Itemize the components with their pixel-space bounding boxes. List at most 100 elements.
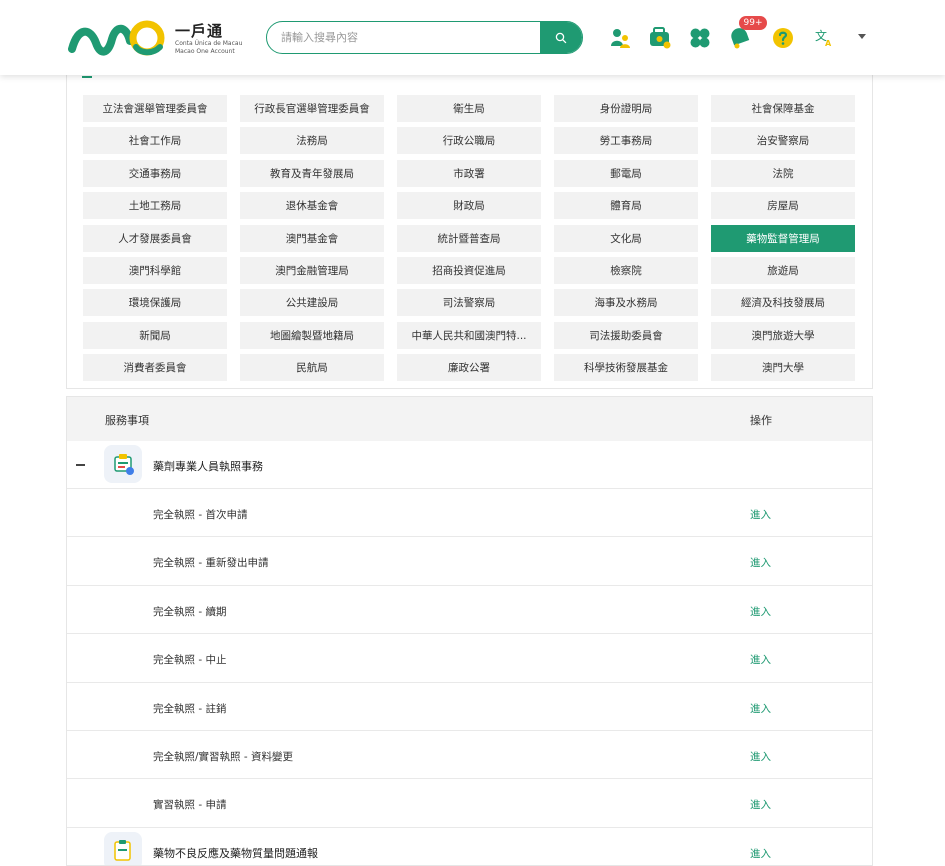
department-button[interactable]: 治安警察局: [711, 127, 855, 155]
department-button[interactable]: 體育局: [554, 192, 698, 220]
department-button[interactable]: 社會保障基金: [711, 95, 855, 122]
department-button[interactable]: 勞工事務局: [554, 127, 698, 155]
service-row: 完全執照 - 重新發出申請 進入: [67, 537, 872, 586]
department-button[interactable]: 身份證明局: [554, 95, 698, 122]
pharmacist-license-icon: [114, 454, 134, 475]
service-name: 實習執照 - 申請: [153, 799, 227, 812]
department-button[interactable]: 土地工務局: [83, 192, 227, 220]
enter-link[interactable]: 進入: [750, 507, 771, 522]
department-button[interactable]: 行政長官選舉管理委員會: [240, 95, 384, 122]
service-group-title: 藥物不良反應及藥物質量問題通報: [153, 846, 318, 860]
department-button[interactable]: 郵電局: [554, 159, 698, 187]
enter-link[interactable]: 進入: [750, 749, 771, 764]
search-button[interactable]: [540, 22, 582, 53]
service-row: 完全執照 - 續期 進入: [67, 586, 872, 635]
department-button[interactable]: 人才發展委員會: [83, 224, 227, 252]
column-header-action: 操作: [750, 414, 772, 427]
brand-text: 一戶通 Conta Única de Macau Macao One Accou…: [175, 22, 242, 56]
service-group-row-2[interactable]: 藥物不良反應及藥物質量問題通報 進入: [67, 828, 872, 865]
department-button[interactable]: 環境保護局: [83, 289, 227, 317]
department-button[interactable]: 財政局: [397, 192, 541, 220]
svg-text:A: A: [825, 39, 832, 48]
department-button[interactable]: 社會工作局: [83, 127, 227, 155]
department-button[interactable]: 澳門大學: [711, 354, 855, 382]
department-button[interactable]: 立法會選舉管理委員會: [83, 95, 227, 122]
department-button[interactable]: 司法警察局: [397, 289, 541, 317]
department-button[interactable]: 藥物監督管理局: [711, 224, 855, 252]
department-grid: 立法會選舉管理委員會 行政長官選舉管理委員會 衛生局 身份證明局 社會保障基金社會工作局…: [83, 95, 855, 382]
department-button[interactable]: 科學技術發展基金: [554, 354, 698, 382]
table-header: 服務事項 操作: [67, 397, 872, 441]
help-icon[interactable]: [771, 26, 795, 50]
brand-subtitle-en: Macao One Account: [175, 48, 235, 55]
service-row: 實習執照 - 申請 進入: [67, 779, 872, 828]
search-icon: [555, 32, 567, 43]
department-button[interactable]: 澳門科學館: [83, 256, 227, 284]
collapse-icon[interactable]: [76, 464, 85, 466]
department-button[interactable]: 司法援助委員會: [554, 321, 698, 349]
top-header: 一戶通 Conta Única de Macau Macao One Accou…: [0, 0, 945, 75]
department-button[interactable]: 教育及青年發展局: [240, 159, 384, 187]
briefcase-icon[interactable]: [648, 26, 672, 50]
group-icon: [104, 831, 142, 865]
macao-one-account-logo[interactable]: [68, 17, 168, 59]
department-button[interactable]: 退休基金會: [240, 192, 384, 220]
department-button[interactable]: 法院: [711, 159, 855, 187]
department-button[interactable]: 檢察院: [554, 256, 698, 284]
service-name: 完全執照 - 首次申請: [153, 509, 248, 521]
clover-icon[interactable]: [688, 26, 712, 50]
service-name: 完全執照 - 註銷: [153, 702, 227, 715]
department-button[interactable]: 海事及水務局: [554, 289, 698, 317]
language-icon[interactable]: 文 A: [814, 28, 834, 48]
department-button[interactable]: 經濟及科技發展局: [711, 289, 855, 317]
family-icon[interactable]: [608, 26, 632, 50]
department-button[interactable]: 民航局: [240, 354, 384, 382]
enter-link[interactable]: 進入: [750, 604, 771, 619]
drug-report-icon: [114, 839, 131, 861]
service-row: 完全執照 - 註銷 進入: [67, 683, 872, 731]
department-button[interactable]: 新聞局: [83, 321, 227, 349]
service-group-row[interactable]: 藥劑專業人員執照事務: [67, 441, 872, 489]
group-icon: [104, 445, 142, 483]
department-button[interactable]: 房屋局: [711, 192, 855, 220]
department-button[interactable]: 行政公職局: [397, 127, 541, 155]
service-name: 完全執照 - 續期: [153, 605, 227, 618]
search-bar: [266, 21, 583, 54]
department-button[interactable]: 公共建設局: [240, 289, 384, 317]
department-button[interactable]: 統計暨普查局: [397, 224, 541, 252]
department-button[interactable]: 招商投資促進局: [397, 256, 541, 284]
enter-link[interactable]: 進入: [750, 797, 771, 812]
notification-badge: 99+: [739, 16, 767, 30]
department-button[interactable]: 旅遊局: [711, 256, 855, 284]
department-button[interactable]: 消費者委員會: [83, 354, 227, 382]
tab-indicator: [82, 76, 92, 78]
brand-subtitle-pt: Conta Única de Macau: [175, 40, 243, 47]
department-button[interactable]: 廉政公署: [397, 354, 541, 382]
service-name: 完全執照/實習執照 - 資料變更: [153, 751, 294, 763]
department-button[interactable]: 中華人民共和國澳門特...: [397, 321, 541, 349]
department-button[interactable]: 澳門旅遊大學: [711, 321, 855, 349]
service-group-title: 藥劑專業人員執照事務: [153, 460, 263, 473]
enter-link[interactable]: 進入: [750, 701, 771, 716]
service-name: 完全執照 - 重新發出申請: [153, 557, 269, 570]
department-button[interactable]: 澳門基金會: [240, 224, 384, 252]
service-table: 服務事項 操作 藥劑專業人員執照事務 完全執照 - 首次申請 進入 完全執照 -…: [66, 396, 873, 866]
department-button[interactable]: 衛生局: [397, 95, 541, 122]
service-row: 完全執照 - 中止 進入: [67, 634, 872, 683]
department-button[interactable]: 文化局: [554, 224, 698, 252]
department-button[interactable]: 法務局: [240, 127, 384, 155]
enter-link[interactable]: 進入: [750, 652, 771, 667]
column-header-service: 服務事項: [105, 414, 149, 427]
department-button[interactable]: 交通事務局: [83, 159, 227, 187]
enter-link[interactable]: 進入: [750, 846, 771, 861]
service-row: 完全執照 - 首次申請 進入: [67, 489, 872, 538]
service-name: 完全執照 - 中止: [153, 654, 227, 667]
search-input[interactable]: [281, 22, 536, 52]
department-button[interactable]: 地圖繪製暨地籍局: [240, 321, 384, 349]
department-button[interactable]: 澳門金融管理局: [240, 256, 384, 284]
brand-title: 一戶通: [175, 22, 224, 40]
caret-down-icon[interactable]: [858, 34, 866, 39]
service-row: 完全執照/實習執照 - 資料變更 進入: [67, 731, 872, 780]
department-button[interactable]: 市政署: [397, 159, 541, 187]
enter-link[interactable]: 進入: [750, 555, 771, 570]
